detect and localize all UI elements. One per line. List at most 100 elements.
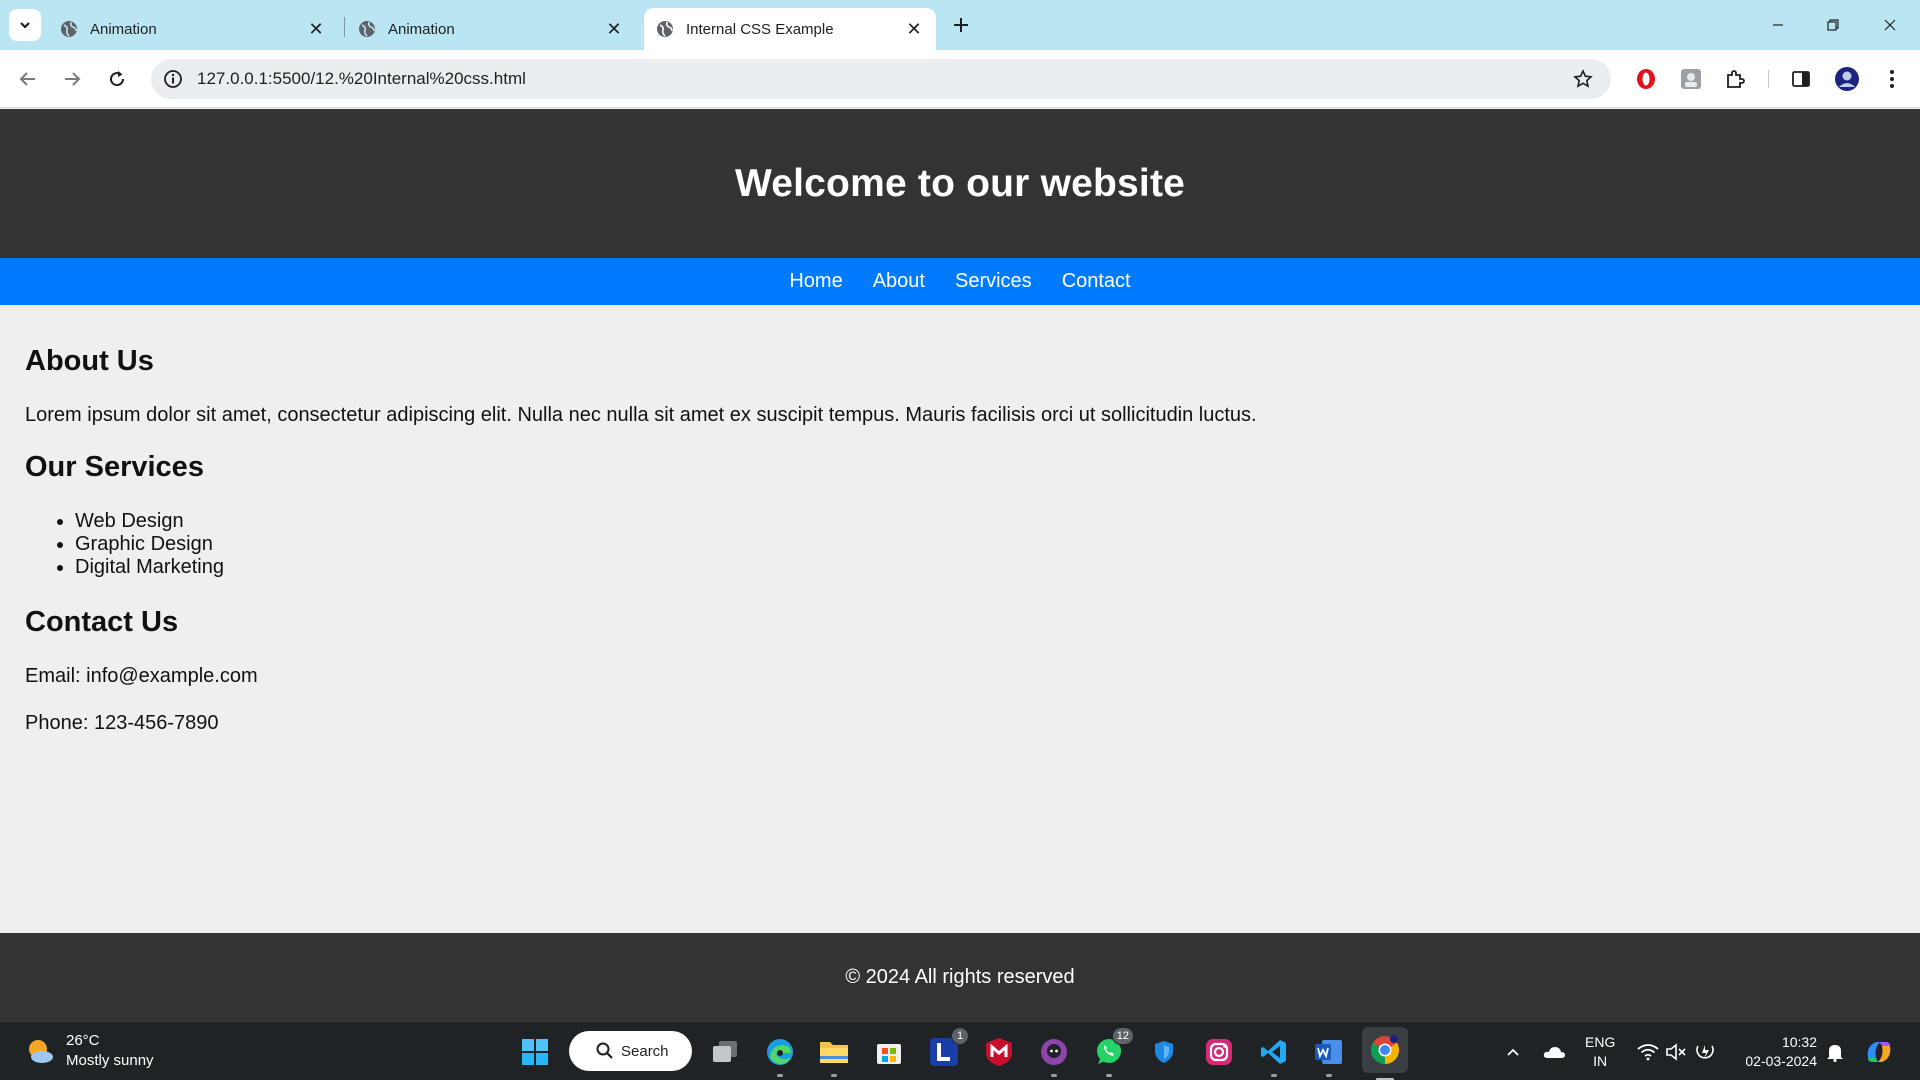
browser-tab-strip: Animation ✕ Animation ✕ Internal CSS Exa…	[0, 0, 1920, 50]
instagram-icon[interactable]	[1202, 1035, 1236, 1069]
list-item: Web Design	[75, 510, 1895, 533]
restore-button[interactable]	[1818, 10, 1848, 40]
notification-badge: 12	[1111, 1027, 1134, 1045]
forward-button[interactable]	[56, 63, 88, 95]
tab-search-button[interactable]	[9, 9, 41, 41]
services-heading: Our Services	[25, 451, 204, 483]
weather-temp: 26°C	[66, 1032, 100, 1049]
clock-time: 10:32	[1781, 1034, 1817, 1050]
close-icon	[1884, 19, 1896, 31]
weather-desc: Mostly sunny	[66, 1052, 154, 1069]
battery-charging-icon[interactable]	[1688, 1035, 1722, 1069]
onedrive-cloud-icon[interactable]	[1537, 1035, 1571, 1069]
lang-code: ENG	[1585, 1034, 1616, 1050]
clock-date: 02-03-2024	[1745, 1053, 1817, 1069]
search-icon	[596, 1042, 613, 1059]
list-item: Digital Marketing	[75, 556, 1895, 579]
running-indicator	[777, 1074, 783, 1077]
browser-menu-icon[interactable]	[1878, 65, 1906, 93]
extensions-puzzle-icon[interactable]	[1722, 65, 1750, 93]
defender-shield-icon[interactable]	[1147, 1035, 1181, 1069]
back-button[interactable]	[12, 63, 44, 95]
sun-cloud-icon	[29, 1040, 53, 1063]
mcafee-icon[interactable]	[982, 1035, 1016, 1069]
address-bar[interactable]: 127.0.0.1:5500/12.%20Internal%20css.html	[151, 59, 1611, 99]
chevron-down-icon	[20, 22, 30, 29]
site-header: Welcome to our website	[0, 109, 1920, 258]
word-icon[interactable]	[1312, 1035, 1346, 1077]
file-explorer-icon[interactable]	[817, 1035, 851, 1077]
site-title: Welcome to our website	[734, 161, 1186, 205]
site-nav: Home About Services Contact	[0, 258, 1920, 305]
web-page: Welcome to our website Home About Servic…	[0, 109, 1920, 1021]
reload-button[interactable]	[101, 63, 133, 95]
contact-email: Email: info@example.com	[25, 665, 258, 687]
minimize-icon	[1773, 24, 1783, 26]
toolbar-divider	[1768, 70, 1769, 88]
url-text[interactable]: 127.0.0.1:5500/12.%20Internal%20css.html	[197, 69, 526, 89]
close-icon[interactable]: ✕	[904, 19, 924, 39]
about-text: Lorem ipsum dolor sit amet, consectetur …	[25, 404, 1257, 426]
tab-title: Internal CSS Example	[686, 20, 834, 38]
windows-logo-icon	[522, 1039, 548, 1065]
globe-icon	[60, 20, 78, 38]
tab-separator	[344, 17, 345, 37]
nav-link-contact[interactable]: Contact	[1062, 270, 1131, 293]
notification-bell-icon[interactable]	[1818, 1035, 1852, 1069]
tab-title: Animation	[90, 20, 157, 38]
reload-icon	[110, 71, 125, 87]
contact-phone: Phone: 123-456-7890	[25, 712, 219, 734]
chevron-up-icon[interactable]	[1496, 1035, 1530, 1069]
close-icon[interactable]: ✕	[306, 19, 326, 39]
copilot-icon[interactable]	[1862, 1035, 1896, 1069]
chrome-icon[interactable]	[1362, 1027, 1408, 1080]
language-indicator[interactable]: ENG IN	[1585, 1033, 1615, 1071]
running-indicator	[1326, 1074, 1332, 1077]
search-label: Search	[621, 1042, 669, 1060]
info-icon[interactable]	[163, 69, 183, 89]
list-item: Graphic Design	[75, 533, 1895, 556]
site-footer: © 2024 All rights reserved	[0, 933, 1920, 1021]
notification-badge: 1	[951, 1027, 969, 1045]
tab-internal-css-example[interactable]: Internal CSS Example ✕	[644, 8, 936, 50]
nav-link-about[interactable]: About	[873, 270, 925, 293]
restore-icon	[1827, 19, 1839, 31]
services-list: Web Design Graphic Design Digital Market…	[75, 510, 1895, 579]
nav-link-services[interactable]: Services	[955, 270, 1032, 293]
close-icon[interactable]: ✕	[604, 19, 624, 39]
microsoft-store-icon[interactable]	[872, 1035, 906, 1069]
clock[interactable]: 10:32 02-03-2024	[1737, 1033, 1817, 1071]
start-button[interactable]	[518, 1035, 552, 1069]
github-desktop-icon[interactable]	[1037, 1035, 1071, 1077]
new-tab-button[interactable]	[948, 12, 974, 38]
side-panel-icon[interactable]	[1787, 65, 1815, 93]
tab-title: Animation	[388, 20, 455, 38]
edge-browser-icon[interactable]	[763, 1035, 797, 1077]
close-window-button[interactable]	[1875, 10, 1905, 40]
profile-avatar[interactable]	[1833, 65, 1861, 93]
lang-region: IN	[1593, 1053, 1608, 1069]
profile-extension-icon[interactable]	[1677, 65, 1705, 93]
task-view-icon[interactable]	[708, 1035, 742, 1069]
globe-icon	[656, 20, 674, 38]
taskbar-search[interactable]: Search	[569, 1031, 692, 1071]
tab-animation-2[interactable]: Animation ✕	[346, 8, 636, 50]
weather-widget[interactable]: 26°C Mostly sunny	[24, 1031, 154, 1071]
nav-link-home[interactable]: Home	[789, 270, 842, 293]
running-indicator	[1051, 1074, 1057, 1077]
contact-heading: Contact Us	[25, 606, 179, 638]
globe-icon	[358, 20, 376, 38]
minimize-button[interactable]	[1763, 10, 1793, 40]
footer-text: © 2024 All rights reserved	[845, 965, 1075, 988]
tab-animation-1[interactable]: Animation ✕	[48, 8, 338, 50]
bookmark-star-icon[interactable]	[1573, 69, 1593, 89]
opera-extension-icon[interactable]	[1632, 65, 1660, 93]
whatsapp-icon[interactable]: 12	[1092, 1027, 1134, 1077]
l-app-icon[interactable]: 1	[927, 1027, 969, 1069]
browser-toolbar: 127.0.0.1:5500/12.%20Internal%20css.html	[0, 50, 1920, 108]
running-indicator	[1106, 1074, 1112, 1077]
running-indicator	[1271, 1074, 1277, 1077]
running-indicator	[831, 1074, 837, 1077]
main-content: About Us Lorem ipsum dolor sit amet, con…	[0, 305, 1920, 735]
vscode-icon[interactable]	[1257, 1035, 1291, 1077]
